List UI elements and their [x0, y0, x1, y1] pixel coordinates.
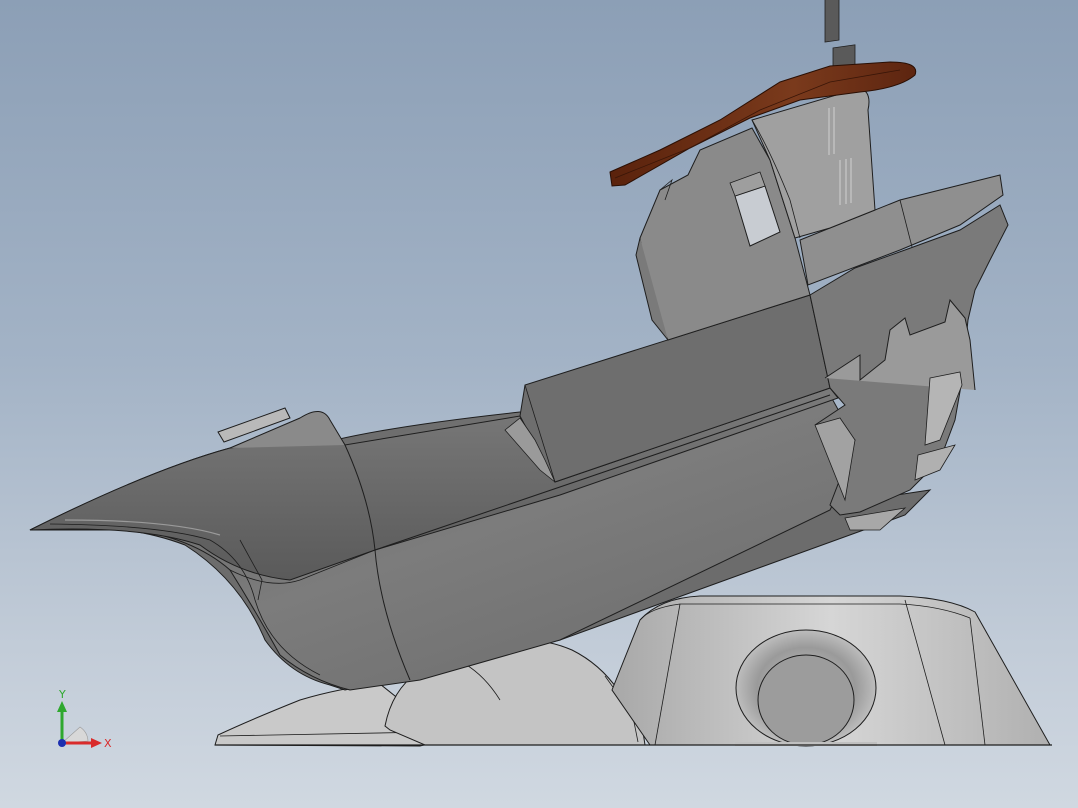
base-wheel-recess[interactable]: [735, 629, 877, 747]
y-axis-arrow-icon: [57, 701, 67, 712]
triad-plane-icon: [61, 726, 89, 744]
boat-model[interactable]: [0, 0, 1078, 808]
x-axis-label: X: [104, 737, 112, 750]
3d-viewport[interactable]: Y X: [0, 0, 1078, 808]
x-axis-arrow-icon: [91, 738, 102, 748]
axis-triad: Y X: [57, 688, 112, 750]
y-axis-label: Y: [58, 688, 66, 701]
z-axis-icon: [58, 739, 66, 747]
